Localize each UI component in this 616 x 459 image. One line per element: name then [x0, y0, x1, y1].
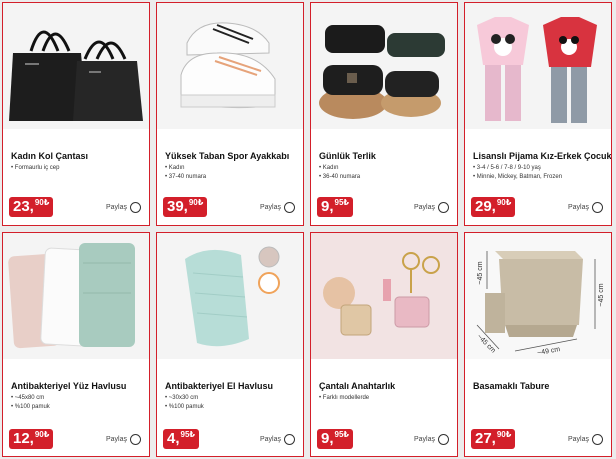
- share-button[interactable]: Paylaş: [568, 434, 603, 445]
- price-decimal: 90₺: [34, 198, 50, 207]
- hand-towel-icon: [157, 233, 303, 359]
- feature-item: ~30x30 cm: [165, 394, 204, 403]
- product-title: Çantalı Anahtarlık: [319, 381, 396, 391]
- product-grid: Kadın Kol Çantası Formaurlu iç cep 23, 9…: [0, 0, 616, 459]
- feature-list: ~45x80 cm %100 pamuk: [11, 394, 50, 412]
- share-label: Paylaş: [567, 204, 589, 211]
- kids-pajamas-icon: [465, 3, 611, 129]
- price-decimal: 95₺: [334, 430, 349, 439]
- product-card[interactable]: Günlük Terlik Kadın 36-40 numara 9, 95₺ …: [310, 2, 458, 226]
- share-button[interactable]: Paylaş: [106, 434, 141, 445]
- product-title: Antibakteriyel El Havlusu: [165, 381, 274, 391]
- price-integer: 39,: [167, 198, 188, 215]
- share-label: Paylaş: [567, 436, 589, 443]
- bag-keychain-icon: [311, 233, 457, 359]
- share-radio-icon[interactable]: [592, 434, 603, 445]
- price-decimal: 90₺: [496, 198, 512, 207]
- share-radio-icon[interactable]: [130, 434, 141, 445]
- white-sneakers-icon: [157, 3, 303, 129]
- product-title: Antibakteriyel Yüz Havlusu: [11, 381, 127, 391]
- product-card[interactable]: Yüksek Taban Spor Ayakkabı Kadın 37-40 n…: [156, 2, 304, 226]
- feature-item: 37-40 numara: [165, 173, 206, 182]
- product-title: Lisanslı Pijama Kız-Erkek Çocuk: [473, 151, 612, 161]
- product-card[interactable]: Lisanslı Pijama Kız-Erkek Çocuk 3-4 / 5-…: [464, 2, 612, 226]
- share-button[interactable]: Paylaş: [260, 434, 295, 445]
- price-tag: 23, 90₺: [9, 197, 54, 217]
- slippers-icon: [311, 3, 457, 129]
- feature-item: %100 pamuk: [11, 403, 50, 412]
- price-decimal: 95₺: [180, 430, 195, 439]
- product-card[interactable]: Kadın Kol Çantası Formaurlu iç cep 23, 9…: [2, 2, 150, 226]
- feature-list: ~30x30 cm %100 pamuk: [165, 394, 204, 412]
- feature-item: Formaurlu iç cep: [11, 164, 60, 173]
- price-decimal: 90₺: [188, 198, 204, 207]
- feature-item: ~45x80 cm: [11, 394, 50, 403]
- share-radio-icon[interactable]: [284, 434, 295, 445]
- share-button[interactable]: Paylaş: [414, 434, 449, 445]
- feature-list: 3-4 / 5-6 / 7-8 / 9-10 yaş Minnie, Micke…: [473, 164, 562, 182]
- share-button[interactable]: Paylaş: [260, 202, 295, 213]
- product-title: Günlük Terlik: [319, 151, 376, 161]
- price-decimal: 95₺: [334, 198, 349, 207]
- share-label: Paylaş: [105, 204, 127, 211]
- price-decimal: 90₺: [496, 430, 512, 439]
- share-radio-icon[interactable]: [592, 202, 603, 213]
- price-integer: 23,: [13, 198, 34, 215]
- feature-item: Kadın: [165, 164, 206, 173]
- price-integer: 9,: [321, 198, 334, 215]
- share-label: Paylaş: [413, 436, 435, 443]
- share-label: Paylaş: [413, 204, 435, 211]
- price-integer: 4,: [167, 430, 180, 447]
- black-tote-bags-icon: [3, 3, 149, 129]
- price-integer: 29,: [475, 198, 496, 215]
- share-label: Paylaş: [105, 436, 127, 443]
- step-stool-icon: ~45 cm ~45 cm ~45 cm ~49 cm: [465, 233, 611, 359]
- stool-height-label: ~45 cm: [598, 283, 605, 306]
- share-radio-icon[interactable]: [284, 202, 295, 213]
- feature-item: 3-4 / 5-6 / 7-8 / 9-10 yaş: [473, 164, 562, 173]
- price-tag: 12, 90₺: [9, 429, 54, 449]
- price-integer: 9,: [321, 430, 334, 447]
- share-radio-icon[interactable]: [438, 202, 449, 213]
- price-tag: 27, 90₺: [471, 429, 516, 449]
- product-title: Basamaklı Tabure: [473, 381, 550, 391]
- product-card[interactable]: Çantalı Anahtarlık Farklı modellerde 9, …: [310, 232, 458, 457]
- feature-item: 36-40 numara: [319, 173, 360, 182]
- product-card[interactable]: Antibakteriyel El Havlusu ~30x30 cm %100…: [156, 232, 304, 457]
- share-button[interactable]: Paylaş: [414, 202, 449, 213]
- price-tag: 9, 95₺: [317, 429, 353, 449]
- feature-list: Farklı modellerde: [319, 394, 369, 403]
- feature-item: Kadın: [319, 164, 360, 173]
- product-card[interactable]: ~45 cm ~45 cm ~45 cm ~49 cm Basamaklı Ta…: [464, 232, 612, 457]
- share-label: Paylaş: [259, 436, 281, 443]
- feature-list: Kadın 37-40 numara: [165, 164, 206, 182]
- share-radio-icon[interactable]: [130, 202, 141, 213]
- product-title: Kadın Kol Çantası: [11, 151, 89, 161]
- share-button[interactable]: Paylaş: [568, 202, 603, 213]
- price-decimal: 90₺: [34, 430, 50, 439]
- stool-width-top-label: ~45 cm: [477, 261, 484, 284]
- share-radio-icon[interactable]: [438, 434, 449, 445]
- price-tag: 9, 95₺: [317, 197, 353, 217]
- share-button[interactable]: Paylaş: [106, 202, 141, 213]
- folded-towels-icon: [3, 233, 149, 359]
- feature-item: Minnie, Mickey, Batman, Frozen: [473, 173, 562, 182]
- price-tag: 39, 90₺: [163, 197, 208, 217]
- price-integer: 27,: [475, 430, 496, 447]
- product-card[interactable]: Antibakteriyel Yüz Havlusu ~45x80 cm %10…: [2, 232, 150, 457]
- feature-list: Kadın 36-40 numara: [319, 164, 360, 182]
- price-integer: 12,: [13, 430, 34, 447]
- feature-list: Formaurlu iç cep: [11, 164, 60, 173]
- feature-item: %100 pamuk: [165, 403, 204, 412]
- product-title: Yüksek Taban Spor Ayakkabı: [165, 151, 290, 161]
- price-tag: 29, 90₺: [471, 197, 516, 217]
- price-tag: 4, 95₺: [163, 429, 199, 449]
- share-label: Paylaş: [259, 204, 281, 211]
- feature-item: Farklı modellerde: [319, 394, 369, 403]
